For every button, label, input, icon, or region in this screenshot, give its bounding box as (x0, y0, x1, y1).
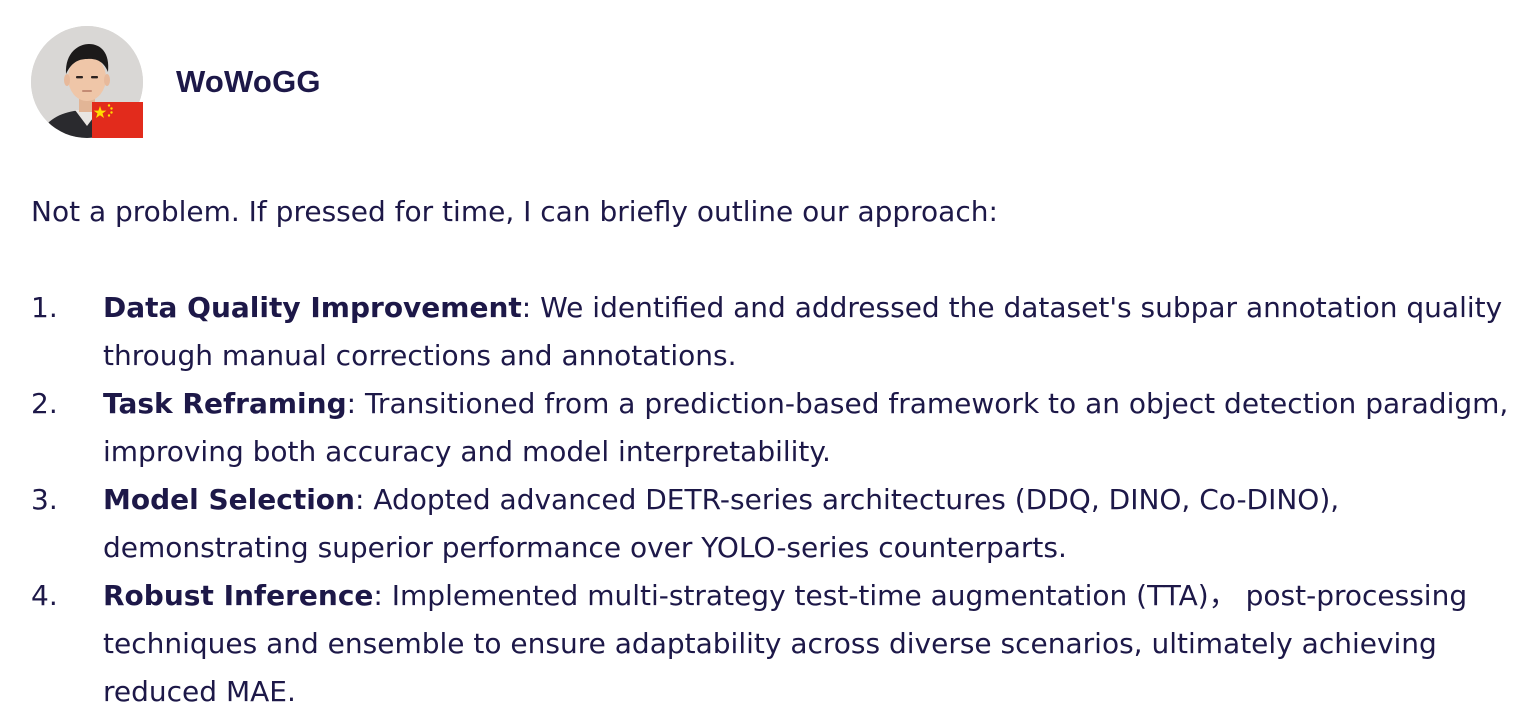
list-item-title: Model Selection (103, 483, 355, 516)
list-item: 3. Model Selection: Adopted advanced DET… (31, 476, 1511, 572)
post-body: Not a problem. If pressed for time, I ca… (31, 188, 1511, 716)
list-item-title: Task Reframing (103, 387, 347, 420)
list-item-number: 3. (31, 483, 58, 516)
list-item-number: 2. (31, 387, 58, 420)
list-item-title: Data Quality Improvement (103, 291, 522, 324)
forum-post: WoWoGG Not a problem. If pressed for tim… (0, 0, 1530, 728)
list-item-number: 1. (31, 291, 58, 324)
list-item-text: Task Reframing: Transitioned from a pred… (103, 380, 1511, 476)
post-header: WoWoGG (31, 26, 321, 138)
list-item-text: Model Selection: Adopted advanced DETR-s… (103, 476, 1511, 572)
china-flag-icon (92, 102, 143, 138)
list-item-text: Robust Inference: Implemented multi-stra… (103, 572, 1511, 716)
author-name[interactable]: WoWoGG (176, 64, 321, 100)
avatar[interactable] (31, 26, 143, 138)
list-item-number: 4. (31, 579, 58, 612)
list-item: 4. Robust Inference: Implemented multi-s… (31, 572, 1511, 716)
list-item-title: Robust Inference (103, 579, 374, 612)
list-item: 2. Task Reframing: Transitioned from a p… (31, 380, 1511, 476)
list-item-text: Data Quality Improvement: We identified … (103, 284, 1511, 380)
intro-text: Not a problem. If pressed for time, I ca… (31, 195, 998, 228)
list-item: 1. Data Quality Improvement: We identifi… (31, 284, 1511, 380)
approach-list: 1. Data Quality Improvement: We identifi… (31, 284, 1511, 716)
